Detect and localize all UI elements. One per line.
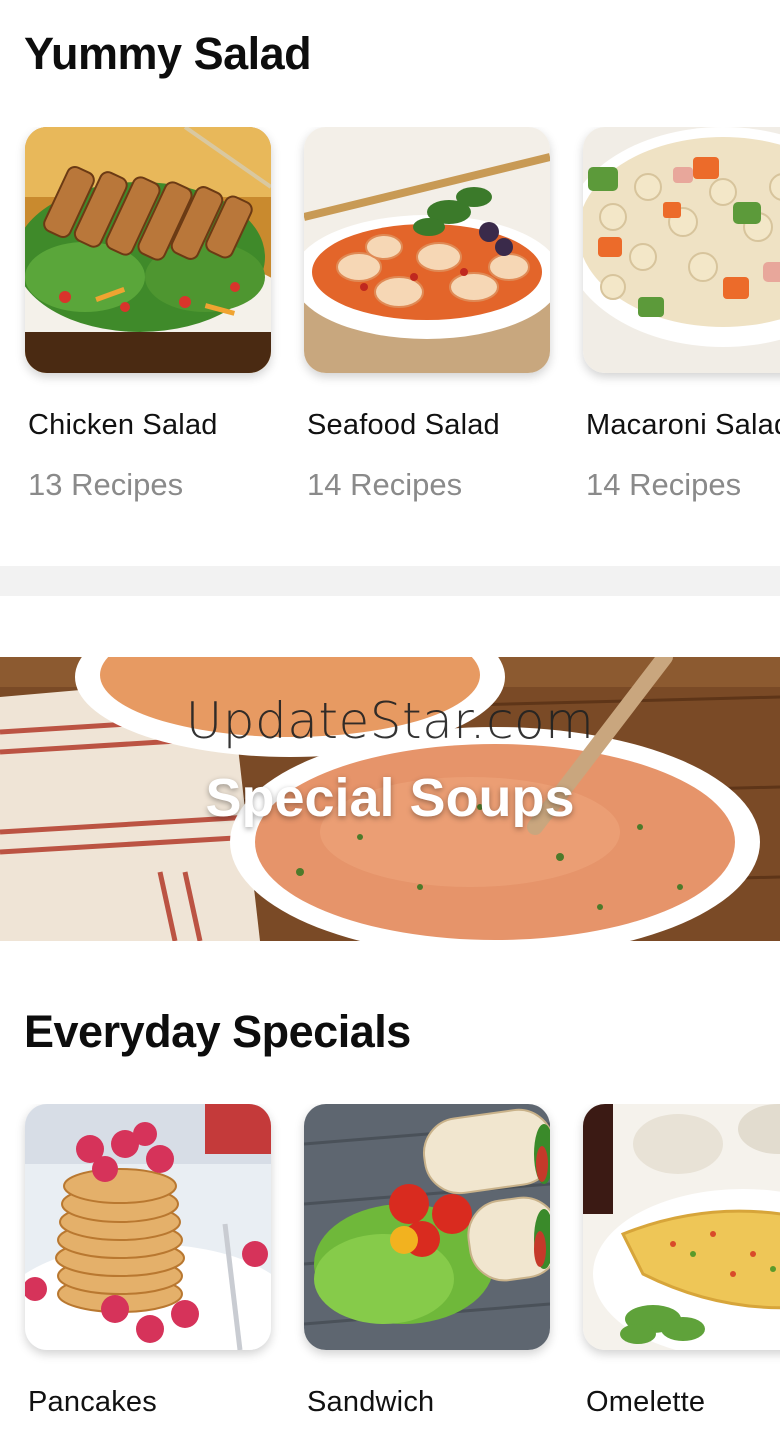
omelette-image [583, 1104, 780, 1350]
card-sandwich[interactable]: Sandwich [304, 1104, 550, 1418]
card-name: Macaroni Salad [586, 409, 780, 441]
chicken-salad-image [25, 127, 271, 373]
card-chicken-salad[interactable]: Chicken Salad 13 Recipes [25, 127, 271, 502]
macaroni-salad-image [583, 127, 780, 373]
card-pancakes[interactable]: Pancakes [25, 1104, 271, 1418]
card-name: Sandwich [307, 1386, 435, 1418]
watermark-text: UpdateStar.com [185, 692, 595, 750]
card-omelette[interactable]: Omelette [583, 1104, 780, 1418]
salad-carousel[interactable]: Chicken Salad 13 Recipes Seafood Salad 1… [0, 127, 780, 527]
card-recipe-count: 14 Recipes [586, 467, 742, 502]
card-macaroni-salad[interactable]: Macaroni Salad 14 Recipes [583, 127, 780, 502]
everyday-carousel[interactable]: Pancakes Sandwich Omelette [0, 1104, 780, 1429]
section-divider [0, 566, 780, 596]
card-seafood-salad[interactable]: Seafood Salad 14 Recipes [304, 127, 550, 502]
sandwich-image [304, 1104, 550, 1350]
section-title-everyday-specials: Everyday Specials [24, 1006, 411, 1057]
card-name: Omelette [586, 1386, 706, 1418]
card-name: Chicken Salad [28, 409, 218, 441]
card-recipe-count: 13 Recipes [28, 467, 184, 502]
card-name: Pancakes [28, 1386, 157, 1418]
pancakes-image [25, 1104, 271, 1350]
banner-title: Special Soups [205, 768, 575, 828]
section-title-yummy-salad: Yummy Salad [24, 28, 312, 79]
card-name: Seafood Salad [307, 409, 500, 441]
card-recipe-count: 14 Recipes [307, 467, 463, 502]
seafood-salad-image [304, 127, 550, 373]
